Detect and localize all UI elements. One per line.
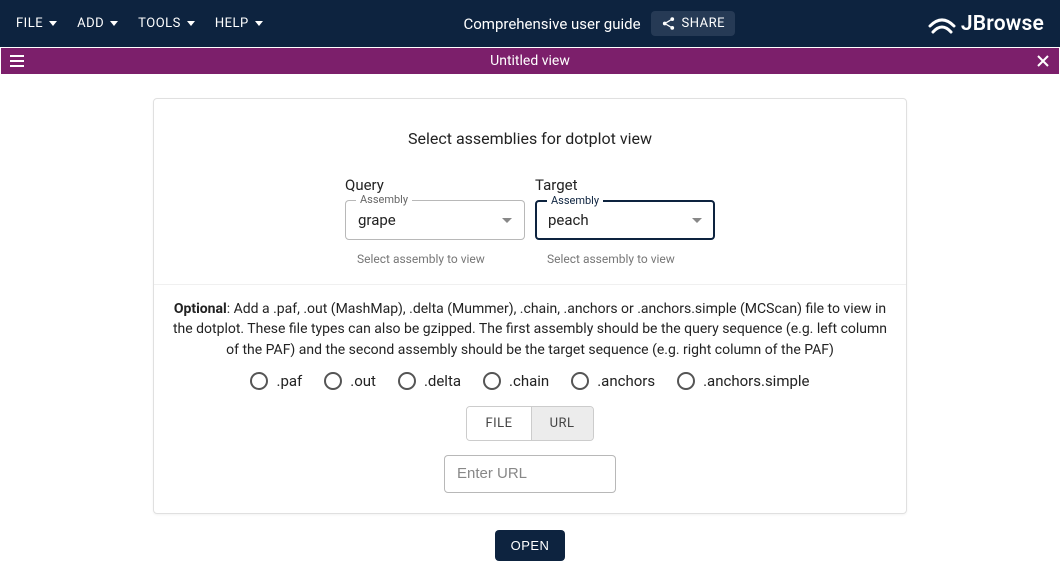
source-toggle: FILE URL bbox=[466, 406, 593, 441]
menu-tools-label: TOOLS bbox=[138, 16, 181, 31]
query-value: grape bbox=[358, 211, 502, 229]
card-top: Select assemblies for dotplot view Query… bbox=[154, 99, 906, 285]
card-bottom: Optional: Add a .paf, .out (MashMap), .d… bbox=[154, 285, 906, 513]
share-icon bbox=[661, 16, 676, 31]
radio-icon bbox=[250, 372, 268, 390]
target-label: Target bbox=[535, 176, 715, 194]
caret-down-icon bbox=[110, 21, 118, 26]
caret-down-icon bbox=[187, 21, 195, 26]
radio-label: .chain bbox=[509, 372, 549, 390]
hamburger-icon bbox=[10, 55, 24, 67]
share-button[interactable]: SHARE bbox=[651, 11, 736, 36]
main-content: Select assemblies for dotplot view Query… bbox=[0, 74, 1060, 522]
query-helper: Select assembly to view bbox=[345, 252, 525, 266]
radio-icon bbox=[571, 372, 589, 390]
radio-label: .delta bbox=[424, 372, 461, 390]
radio-icon bbox=[677, 372, 695, 390]
radio-out[interactable]: .out bbox=[324, 372, 376, 390]
caret-down-icon bbox=[49, 21, 57, 26]
close-view-button[interactable] bbox=[1033, 51, 1053, 71]
caret-down-icon bbox=[255, 21, 263, 26]
target-helper: Select assembly to view bbox=[535, 252, 715, 266]
menu-add-label: ADD bbox=[77, 16, 104, 31]
open-row: OPEN bbox=[0, 530, 1060, 561]
open-button[interactable]: OPEN bbox=[495, 530, 566, 561]
menu-help-label: HELP bbox=[215, 16, 249, 31]
chevron-down-icon bbox=[692, 218, 702, 223]
query-block: Query Assembly grape Select assembly to … bbox=[345, 176, 525, 266]
optional-body: : Add a .paf, .out (MashMap), .delta (Mu… bbox=[173, 301, 887, 358]
toggle-url[interactable]: URL bbox=[531, 407, 593, 440]
radio-icon bbox=[483, 372, 501, 390]
optional-text: Optional: Add a .paf, .out (MashMap), .d… bbox=[172, 299, 888, 360]
radio-anchors[interactable]: .anchors bbox=[571, 372, 655, 390]
menu-tools[interactable]: TOOLS bbox=[130, 10, 203, 37]
appbar-center: Comprehensive user guide SHARE bbox=[271, 11, 928, 36]
source-toggle-row: FILE URL bbox=[172, 406, 888, 441]
radio-icon bbox=[398, 372, 416, 390]
menu-file-label: FILE bbox=[16, 16, 43, 31]
optional-strong: Optional bbox=[174, 301, 227, 317]
target-floating-label: Assembly bbox=[547, 194, 603, 207]
guide-text: Comprehensive user guide bbox=[463, 15, 640, 33]
url-input[interactable] bbox=[444, 455, 616, 493]
logo-icon bbox=[928, 12, 956, 36]
app-bar: FILE ADD TOOLS HELP Comprehensive user g… bbox=[0, 0, 1060, 47]
hamburger-button[interactable] bbox=[7, 51, 27, 71]
view-bar: Untitled view bbox=[1, 48, 1059, 74]
logo: JBrowse bbox=[928, 12, 1044, 36]
target-value: peach bbox=[548, 211, 692, 229]
view-title: Untitled view bbox=[27, 53, 1033, 69]
menu-group: FILE ADD TOOLS HELP bbox=[8, 10, 271, 37]
radio-label: .paf bbox=[276, 372, 302, 390]
query-assembly-select[interactable]: Assembly grape bbox=[345, 200, 525, 240]
query-label: Query bbox=[345, 176, 525, 194]
menu-help[interactable]: HELP bbox=[207, 10, 271, 37]
toggle-file[interactable]: FILE bbox=[467, 407, 530, 440]
radio-paf[interactable]: .paf bbox=[250, 372, 302, 390]
radio-label: .anchors bbox=[597, 372, 655, 390]
chevron-down-icon bbox=[502, 218, 512, 223]
logo-text: JBrowse bbox=[961, 12, 1044, 36]
query-floating-label: Assembly bbox=[356, 193, 412, 206]
radio-anchors-simple[interactable]: .anchors.simple bbox=[677, 372, 809, 390]
radio-chain[interactable]: .chain bbox=[483, 372, 549, 390]
share-label: SHARE bbox=[682, 16, 726, 31]
target-assembly-select[interactable]: Assembly peach bbox=[535, 200, 715, 240]
dotplot-setup-card: Select assemblies for dotplot view Query… bbox=[153, 98, 907, 514]
target-block: Target Assembly peach Select assembly to… bbox=[535, 176, 715, 266]
radio-delta[interactable]: .delta bbox=[398, 372, 461, 390]
menu-add[interactable]: ADD bbox=[69, 10, 126, 37]
assembly-selectors: Query Assembly grape Select assembly to … bbox=[178, 176, 882, 266]
url-row bbox=[172, 455, 888, 493]
close-icon bbox=[1037, 55, 1049, 67]
radio-label: .out bbox=[350, 372, 376, 390]
filetype-radio-row: .paf .out .delta .chain .anchors bbox=[172, 372, 888, 390]
radio-label: .anchors.simple bbox=[703, 372, 809, 390]
menu-file[interactable]: FILE bbox=[8, 10, 65, 37]
radio-icon bbox=[324, 372, 342, 390]
card-title: Select assemblies for dotplot view bbox=[178, 129, 882, 148]
